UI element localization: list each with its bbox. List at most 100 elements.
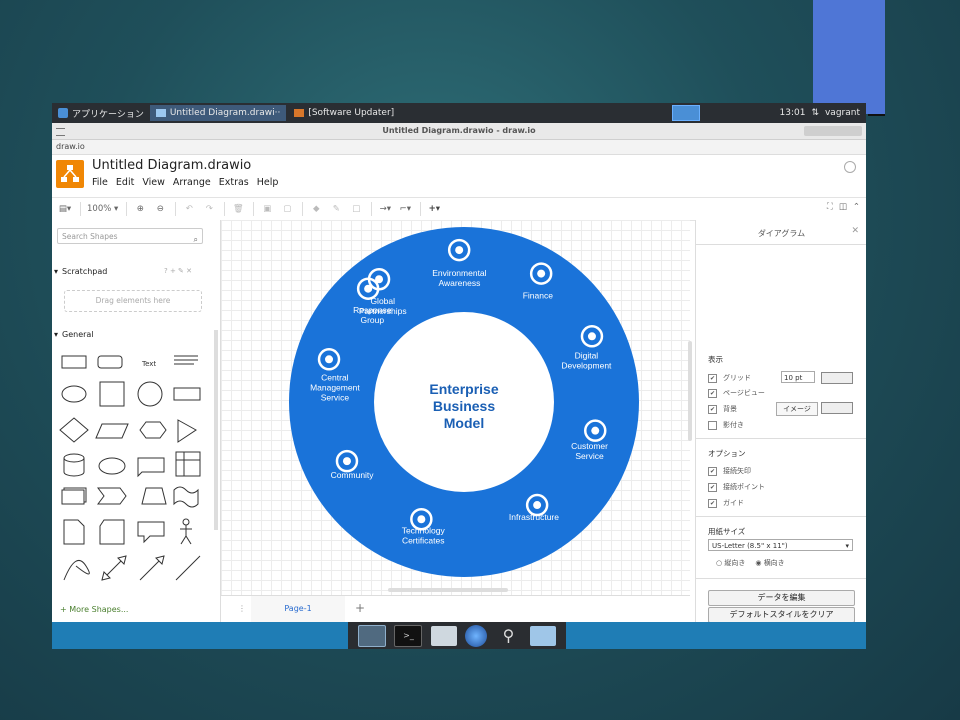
parallelogram-shape <box>95 423 129 439</box>
waypoints-icon[interactable]: ⌐▾ <box>398 202 412 216</box>
edit-data-button[interactable]: データを編集 <box>708 590 855 606</box>
fullscreen-icon[interactable]: ⛶ <box>827 202 833 212</box>
checkbox-checked-icon: ✔ <box>708 482 717 492</box>
terminal-icon[interactable]: >_ <box>394 624 423 647</box>
portrait-radio[interactable]: ○ 縦向き <box>716 558 745 568</box>
menu-edit[interactable]: Edit <box>116 177 134 188</box>
segment-label: Group <box>360 315 384 325</box>
curve-shape <box>63 559 90 581</box>
connection-arrows-checkbox[interactable]: ✔ 接続矢印 <box>708 466 751 476</box>
clear-default-style-button[interactable]: デフォルトスタイルをクリア <box>708 607 855 623</box>
view-panels-icon[interactable]: ▤▾ <box>58 202 72 216</box>
background-label: 背景 <box>723 405 737 413</box>
menu-arrange[interactable]: Arrange <box>173 177 211 188</box>
menu-help[interactable]: Help <box>257 177 279 188</box>
segment-label: Awareness <box>438 278 480 288</box>
more-shapes-link[interactable]: + More Shapes... <box>60 605 128 614</box>
segment-label: Infrastructure <box>509 512 559 522</box>
format-panel-icon[interactable]: ◫ <box>839 202 847 212</box>
search-icon[interactable]: ⚲ <box>495 626 521 646</box>
grid-size-input[interactable]: 10 pt <box>781 371 815 383</box>
sidebar-scrollbar[interactable] <box>214 330 218 530</box>
general-header[interactable]: ▾ General <box>54 330 94 339</box>
options-section-title: オプション <box>708 449 746 458</box>
guides-checkbox[interactable]: ✔ ガイド <box>708 498 744 508</box>
line-color-icon[interactable]: ✎ <box>329 202 343 216</box>
grid-color-swatch[interactable] <box>821 372 853 384</box>
shadow-label: 影付き <box>723 421 744 429</box>
to-front-icon[interactable]: ▣ <box>260 202 274 216</box>
enterprise-business-model-diagram[interactable]: Enterprise Business Model GlobalPartners… <box>286 224 642 580</box>
zoom-in-icon[interactable]: ⊕ <box>133 202 147 216</box>
diagram-canvas[interactable]: Enterprise Business Model Global Partners… <box>221 220 690 595</box>
window-menu-icon[interactable] <box>56 128 65 136</box>
canvas-vertical-scrollbar[interactable] <box>688 341 692 441</box>
window-controls[interactable] <box>804 126 862 136</box>
to-back-icon[interactable]: ▢ <box>280 202 294 216</box>
window-titlebar: Untitled Diagram.drawio - draw.io <box>52 123 866 140</box>
search-shapes-input[interactable]: Search Shapes ⌕ <box>57 228 203 244</box>
user-menu[interactable]: vagrant <box>825 108 860 118</box>
image-button[interactable]: イメージ <box>776 402 818 416</box>
add-page-icon[interactable]: + <box>355 601 365 615</box>
background-checkbox[interactable]: ✔ 背景 <box>708 404 737 414</box>
document-title[interactable]: Untitled Diagram.drawio <box>92 158 251 173</box>
window-icon <box>155 109 166 117</box>
web-browser-icon[interactable] <box>465 624 488 647</box>
page-tab[interactable]: Page-1 <box>251 596 345 622</box>
landscape-radio[interactable]: ◉ 横向き <box>755 558 784 568</box>
format-panel: ダイアグラム ✕ 表示 ✔ グリッド 10 pt ✔ ページビュー ✔ 背景 イメージ… <box>695 220 866 623</box>
ellipse-shape <box>61 385 87 403</box>
segment-label: Management <box>310 383 360 393</box>
card-shape <box>99 519 125 545</box>
grid-checkbox[interactable]: ✔ グリッド <box>708 373 751 383</box>
paper-size-select[interactable]: US-Letter (8.5" x 11") ▾ <box>708 539 853 551</box>
language-globe-icon[interactable] <box>844 161 856 173</box>
applications-menu-button[interactable]: アプリケーション <box>52 103 150 123</box>
shadow-icon[interactable]: □ <box>349 202 363 216</box>
page-menu-icon[interactable]: ⋮ <box>238 604 246 613</box>
shadow-checkbox[interactable]: 影付き <box>708 420 744 430</box>
scratchpad-tools[interactable]: ? + ✎ ✕ <box>164 267 192 275</box>
redo-icon[interactable]: ↷ <box>202 202 216 216</box>
folder-icon[interactable] <box>529 625 556 646</box>
taskbar-item-software-updater[interactable]: [Software Updater] <box>288 105 400 121</box>
search-icon[interactable]: ⌕ <box>194 232 198 248</box>
workspace-switcher[interactable] <box>671 105 700 121</box>
orientation-radios: ○ 縦向き ◉ 横向き <box>716 558 785 568</box>
close-panel-icon[interactable]: ✕ <box>851 226 859 236</box>
show-desktop-icon[interactable] <box>358 624 387 647</box>
connection-points-checkbox[interactable]: ✔ 接続ポイント <box>708 482 765 492</box>
general-shapes-grid[interactable]: Text <box>58 348 208 598</box>
zoom-dropdown[interactable]: 100% ▾ <box>87 202 118 216</box>
actor-shape <box>180 518 192 545</box>
canvas-horizontal-scrollbar[interactable] <box>388 588 508 592</box>
shapes-sidebar: Search Shapes ⌕ ▾ Scratchpad ? + ✎ ✕ Drag… <box>52 220 221 622</box>
checkbox-unchecked-icon <box>708 420 717 430</box>
menu-view[interactable]: View <box>142 177 165 188</box>
delete-icon[interactable]: 🗑 <box>231 202 245 216</box>
undo-icon[interactable]: ↶ <box>182 202 196 216</box>
page-view-checkbox[interactable]: ✔ ページビュー <box>708 388 765 398</box>
search-placeholder: Search Shapes <box>62 232 118 241</box>
menu-file[interactable]: File <box>92 177 108 188</box>
collapse-icon[interactable]: ⌃ <box>853 202 860 212</box>
fill-color-icon[interactable]: ◆ <box>309 202 323 216</box>
scratchpad-header[interactable]: ▾ Scratchpad ? + ✎ ✕ <box>54 267 192 276</box>
connection-style-icon[interactable]: →▾ <box>378 202 392 216</box>
insert-icon[interactable]: +▾ <box>427 202 441 216</box>
rounded-rectangle-shape <box>97 355 123 369</box>
tape-shape <box>173 486 199 508</box>
connection-points-label: 接続ポイント <box>723 483 765 491</box>
app-header: Untitled Diagram.drawio File Edit View A… <box>52 155 866 197</box>
taskbar-item-label: Untitled Diagram.drawi·· <box>169 108 281 118</box>
scratchpad-dropzone[interactable]: Drag elements here <box>64 290 202 312</box>
taskbar-item-drawio[interactable]: Untitled Diagram.drawi·· <box>149 105 287 121</box>
menu-extras[interactable]: Extras <box>219 177 249 188</box>
zoom-out-icon[interactable]: ⊖ <box>153 202 167 216</box>
segment-label: Customer <box>571 441 608 451</box>
background-color-swatch[interactable] <box>821 402 853 414</box>
home-folder-icon[interactable] <box>430 625 457 646</box>
guides-label: ガイド <box>723 499 744 507</box>
paper-size-section-title: 用紙サイズ <box>708 527 746 536</box>
